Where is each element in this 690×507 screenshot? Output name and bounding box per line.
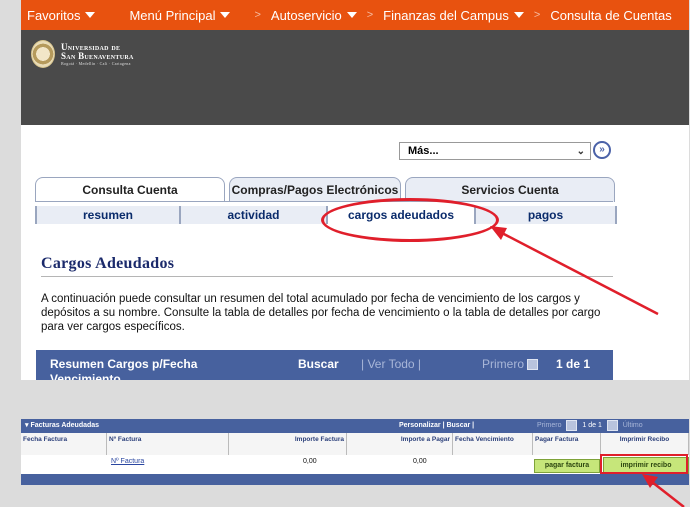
facturas-ultimo[interactable]: Último <box>623 422 643 429</box>
nav-finanzas-campus[interactable]: Finanzas del Campus <box>383 8 524 23</box>
main-screenshot: Favoritos Menú Principal > Autoservicio … <box>21 0 689 380</box>
facturas-title: ▾ Facturas Adeudadas <box>25 422 100 429</box>
subtab-resumen[interactable]: resumen <box>35 206 179 224</box>
mas-select[interactable]: Más... ⌄ <box>399 142 591 160</box>
facturas-screenshot: ▾ Facturas Adeudadas Personalizar | Busc… <box>21 419 689 485</box>
col-importe-pagar[interactable]: Importe a Pagar <box>347 433 453 455</box>
nav-autoservicio-label: Autoservicio <box>270 7 342 23</box>
university-logo[interactable]: Universidad de San Buenaventura Bogotá ·… <box>31 40 134 68</box>
nav-favoritos[interactable]: Favoritos <box>27 7 96 23</box>
importe-factura-value: 0,00 <box>303 458 317 465</box>
col-fecha-vencimiento[interactable]: Fecha Vencimiento <box>453 433 533 455</box>
top-navigation: Favoritos Menú Principal > Autoservicio … <box>21 0 689 30</box>
chevron-down-icon <box>220 12 231 18</box>
col-importe-factura[interactable]: Importe Factura <box>229 433 347 455</box>
col-fecha-factura[interactable]: Fecha Factura <box>21 433 107 455</box>
facturas-grid-header: ▾ Facturas Adeudadas Personalizar | Busc… <box>21 419 689 433</box>
previous-icon[interactable] <box>566 419 578 431</box>
chevron-down-icon <box>85 12 96 18</box>
primero-label: Primero <box>482 357 525 371</box>
facturas-title-label: Facturas Adeudadas <box>30 422 100 429</box>
nav-menu-principal-label: Menú Principal <box>129 7 216 23</box>
row-counter: 1 de 1 <box>556 357 591 371</box>
resumen-title: Resumen Cargos p/Fecha Vencimiento <box>50 357 198 380</box>
nav-favoritos-label: Favoritos <box>27 7 81 23</box>
logo-text: Universidad de San Buenaventura Bogotá ·… <box>61 42 134 66</box>
pagar-factura-button[interactable]: pagar factura <box>534 459 600 473</box>
nav-autoservicio[interactable]: Autoservicio <box>271 8 357 23</box>
nav-menu-principal[interactable]: Menú Principal <box>129 7 231 23</box>
go-button[interactable]: » <box>593 141 611 159</box>
highlight-ellipse <box>321 198 499 242</box>
col-numero-factura[interactable]: Nº Factura <box>107 433 229 455</box>
chevron-down-icon <box>346 12 357 18</box>
highlight-box <box>600 454 688 474</box>
previous-icon[interactable] <box>527 359 539 371</box>
facturas-counter: 1 de 1 <box>582 422 602 429</box>
chevron-down-icon <box>513 12 524 18</box>
resumen-grid-header: Resumen Cargos p/Fecha Vencimiento Busca… <box>36 350 613 380</box>
col-imprimir-recibo: Imprimir Recibo <box>601 433 689 455</box>
factura-number-link[interactable]: Nº Factura <box>111 455 144 469</box>
ver-todo-link[interactable]: | Ver Todo | <box>361 357 421 371</box>
breadcrumb-separator-icon: > <box>366 9 374 21</box>
page-title: Cargos Adeudados <box>41 255 175 272</box>
tab-divider <box>35 201 613 202</box>
breadcrumb-separator-icon: > <box>254 9 261 21</box>
facturas-pagination: Primero 1 de 1 Último <box>537 419 643 433</box>
nav-consulta-label: Consulta de Cuentas <box>550 7 672 23</box>
col-pagar-factura: Pagar Factura <box>533 433 601 455</box>
personalizar-link[interactable]: Personalizar | Buscar | <box>399 419 474 433</box>
chevron-down-icon: ⌄ <box>576 145 585 157</box>
page-description: A continuación puede consultar un resume… <box>41 293 601 333</box>
subtab-actividad[interactable]: actividad <box>179 206 326 224</box>
nav-finanzas-label: Finanzas del Campus <box>383 7 509 23</box>
logo-line2: San Buenaventura <box>61 50 134 61</box>
breadcrumb-separator-icon: > <box>533 9 541 21</box>
tab-compras-pagos[interactable]: Compras/Pagos Electrónicos <box>229 177 401 202</box>
next-icon[interactable] <box>606 419 618 431</box>
mas-select-value: Más... <box>408 145 439 157</box>
facturas-primero[interactable]: Primero <box>537 422 562 429</box>
title-divider <box>41 276 613 277</box>
buscar-link[interactable]: Buscar <box>298 357 339 371</box>
importe-pagar-value: 0,00 <box>413 458 427 465</box>
nav-consulta-cuentas[interactable]: Consulta de Cuentas <box>550 8 671 23</box>
logo-cities: Bogotá · Medellín · Cali · Cartagena <box>61 60 131 66</box>
facturas-footer <box>21 474 689 485</box>
primero-link[interactable]: Primero <box>482 357 541 371</box>
university-seal-icon <box>31 40 55 68</box>
tab-consulta-cuenta[interactable]: Consulta Cuenta <box>35 177 225 202</box>
